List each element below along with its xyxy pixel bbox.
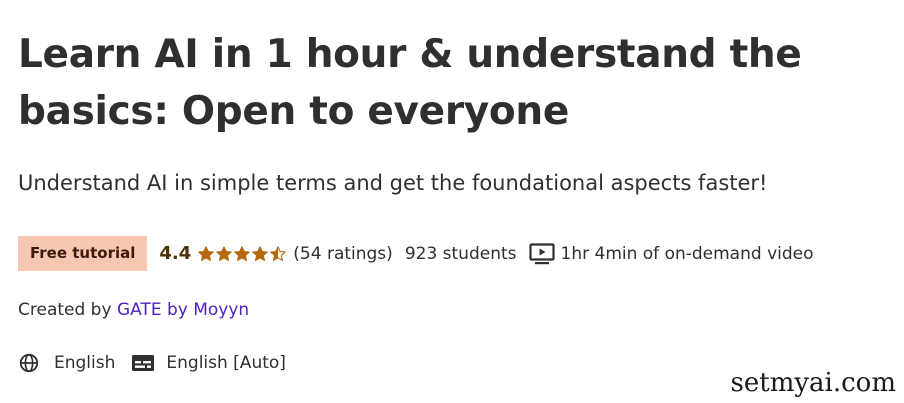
created-by-label: Created by: [18, 300, 112, 320]
course-captions: English [Auto]: [166, 353, 286, 373]
course-meta-row: Free tutorial 4.4 (54 ratings) 923 stude…: [18, 236, 814, 271]
language-row: English English [Auto]: [18, 350, 286, 376]
course-title: Learn AI in 1 hour & understand the basi…: [18, 32, 802, 134]
students-count: 923 students: [404, 243, 517, 264]
closed-captions-icon: [132, 355, 155, 371]
course-language: English: [54, 353, 116, 373]
free-tutorial-badge: Free tutorial: [18, 236, 148, 271]
rating-stars: [197, 245, 287, 263]
star-icon: [234, 245, 250, 261]
video-icon: [528, 242, 555, 264]
star-icon: [216, 245, 232, 261]
created-by: Created by GATE by Moyyn: [18, 298, 249, 322]
star-icon: [198, 245, 214, 261]
star-half-icon: [270, 245, 286, 261]
globe-icon: [19, 353, 39, 373]
rating-value: 4.4: [159, 243, 192, 264]
course-subtitle: Understand AI in simple terms and get th…: [18, 171, 768, 195]
star-icon: [252, 245, 268, 261]
instructor-link[interactable]: GATE by Moyyn: [117, 300, 249, 320]
watermark: setmyai.com: [726, 367, 900, 399]
ratings-count-link[interactable]: (54 ratings): [293, 244, 393, 264]
video-length: 1hr 4min of on-demand video: [560, 243, 814, 264]
